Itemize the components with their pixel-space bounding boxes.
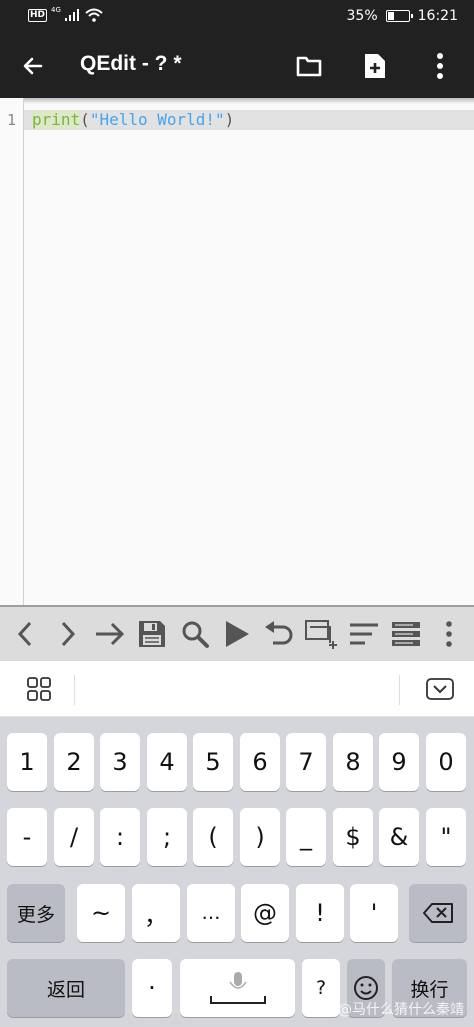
backspace-key[interactable]: [409, 884, 467, 942]
list-button[interactable]: [387, 614, 425, 654]
keyboard-collapse-icon: [426, 678, 454, 700]
search-icon: [182, 621, 209, 648]
indent-button[interactable]: [91, 614, 129, 654]
key-colon[interactable]: :: [100, 808, 140, 866]
more-vert-icon: [437, 53, 443, 79]
key-7[interactable]: 7: [286, 733, 326, 791]
arrow-right-icon: [95, 622, 125, 646]
save-button[interactable]: [133, 614, 171, 654]
cursor-left-button[interactable]: [6, 614, 44, 654]
folder-icon: [296, 56, 322, 77]
hd-badge: HD: [28, 8, 48, 22]
cursor-right-button[interactable]: [49, 614, 87, 654]
space-key[interactable]: [180, 959, 295, 1017]
key-4[interactable]: 4: [147, 733, 187, 791]
key-ampersand[interactable]: &: [379, 808, 419, 866]
keyboard: 1 2 3 4 5 6 7 8 9 0 - / : ; ( ) _ $ & " …: [0, 717, 474, 1027]
key-ellipsis[interactable]: …: [187, 884, 235, 942]
key-hyphen[interactable]: -: [7, 808, 47, 866]
play-icon: [225, 621, 249, 647]
open-folder-button[interactable]: [291, 48, 327, 84]
line-number: 1: [7, 111, 17, 129]
key-1[interactable]: 1: [7, 733, 47, 791]
emoji-icon: [354, 976, 378, 1000]
new-file-button[interactable]: [357, 48, 393, 84]
key-middle-dot[interactable]: ·: [132, 959, 172, 1017]
undo-icon: [265, 621, 293, 645]
list-icon: [392, 622, 421, 646]
editor-shade: [0, 98, 474, 104]
backspace-icon: [423, 903, 453, 923]
overflow-menu-button[interactable]: [422, 48, 458, 84]
code-paren-close: ): [224, 110, 235, 129]
page-title: QEdit - ? *: [80, 52, 182, 75]
key-slash[interactable]: /: [54, 808, 94, 866]
key-tilde[interactable]: ~: [77, 884, 125, 942]
back-key[interactable]: 返回: [7, 959, 125, 1017]
key-5[interactable]: 5: [193, 733, 233, 791]
network-type: 4G: [51, 6, 61, 14]
undo-button[interactable]: [260, 614, 298, 654]
new-file-icon: [365, 54, 385, 78]
back-arrow-icon: [23, 57, 43, 75]
key-at[interactable]: @: [241, 884, 289, 942]
app-bar: QEdit - ? *: [0, 34, 474, 98]
search-button[interactable]: [176, 614, 214, 654]
add-tab-button[interactable]: [303, 614, 341, 654]
key-semicolon[interactable]: ;: [147, 808, 187, 866]
status-left: HD 4G: [28, 6, 103, 22]
chevron-left-icon: [18, 621, 32, 647]
format-button[interactable]: [345, 614, 383, 654]
save-icon: [139, 621, 166, 647]
run-button[interactable]: [218, 614, 256, 654]
keyboard-top-bar: [0, 661, 474, 717]
status-right: 35% 16:21: [347, 8, 458, 24]
status-bar: HD 4G 35% 16:21: [0, 0, 474, 34]
key-quote[interactable]: ": [426, 808, 466, 866]
key-6[interactable]: 6: [240, 733, 280, 791]
key-exclamation[interactable]: !: [296, 884, 344, 942]
chevron-right-icon: [61, 621, 75, 647]
hide-keyboard-button[interactable]: [426, 678, 454, 704]
battery-percent: 35%: [346, 8, 378, 24]
microphone-icon: [209, 972, 266, 1004]
key-2[interactable]: 2: [54, 733, 94, 791]
code-paren-open: (: [80, 110, 90, 129]
more-vert-icon: [445, 621, 452, 647]
editor-toolbar: [0, 605, 474, 661]
code-string: "Hello World!": [89, 110, 225, 129]
wifi-icon: [85, 8, 103, 22]
watermark: 知乎 @马什么猜什么秦靖: [305, 1002, 464, 1018]
divider: [399, 675, 400, 705]
code-function: print: [32, 110, 81, 129]
divider: [74, 675, 75, 705]
format-lines-icon: [350, 623, 379, 645]
add-tab-icon: [304, 620, 337, 649]
code-editor[interactable]: 1 print("Hello World!"): [0, 98, 474, 605]
key-dollar[interactable]: $: [333, 808, 373, 866]
key-open-paren[interactable]: (: [193, 808, 233, 866]
key-9[interactable]: 9: [379, 733, 419, 791]
clock: 16:21: [417, 8, 458, 24]
toolbar-more-button[interactable]: [430, 614, 468, 654]
key-8[interactable]: 8: [333, 733, 373, 791]
key-comma[interactable]: ，: [132, 884, 180, 942]
back-button[interactable]: [15, 48, 51, 84]
key-3[interactable]: 3: [100, 733, 140, 791]
key-0[interactable]: 0: [426, 733, 466, 791]
key-underscore[interactable]: _: [286, 808, 326, 866]
signal-icon: [64, 9, 79, 21]
grid-icon: [27, 677, 51, 701]
key-close-paren[interactable]: ): [240, 808, 280, 866]
line-gutter: [0, 98, 24, 605]
keyboard-menu-button[interactable]: [27, 677, 51, 705]
key-apostrophe[interactable]: ': [350, 884, 398, 942]
more-symbols-key[interactable]: 更多: [7, 884, 65, 942]
code-line[interactable]: print("Hello World!"): [32, 110, 234, 130]
battery-icon: [385, 10, 413, 22]
